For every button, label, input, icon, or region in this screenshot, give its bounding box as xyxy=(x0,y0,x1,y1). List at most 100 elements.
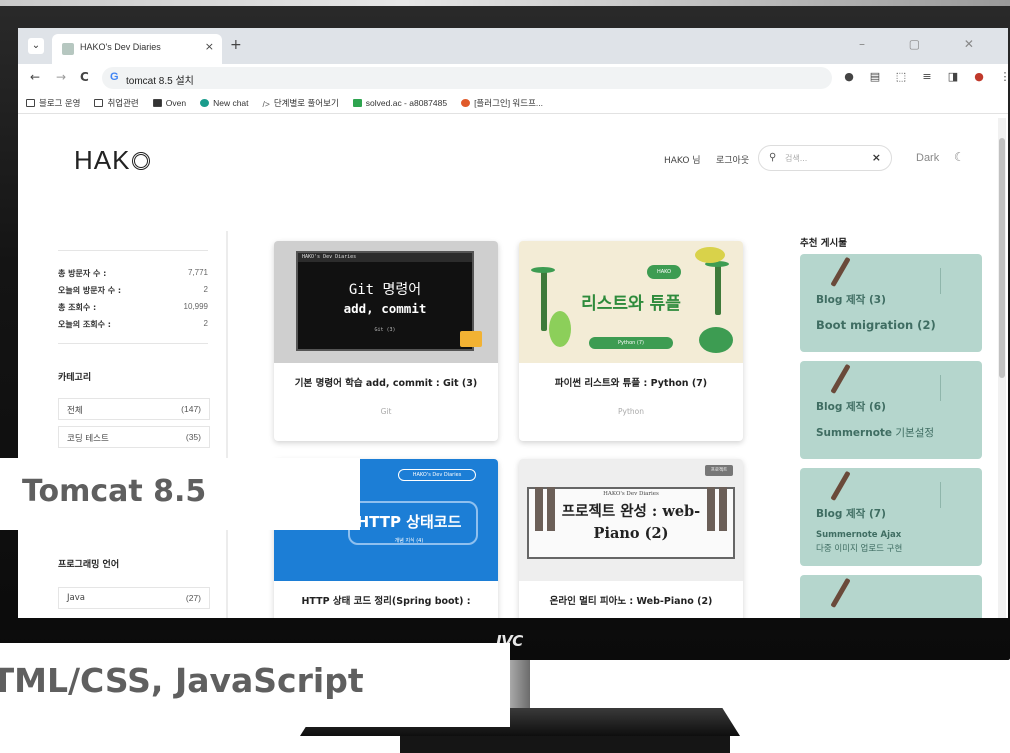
search-clear-icon[interactable]: × xyxy=(872,151,881,164)
caption-text: HTML/CSS, JavaScript xyxy=(0,661,364,700)
bookmark-label: 단계별로 풀어보기 xyxy=(273,97,339,108)
recommended-item[interactable] xyxy=(800,575,982,618)
post-title[interactable]: 기본 명령어 학습 add, commit : Git (3) xyxy=(274,375,498,389)
site-logo[interactable]: HAK xyxy=(74,145,151,176)
post-title[interactable]: 파이썬 리스트와 튜플 : Python (7) xyxy=(519,375,743,389)
terminal-window: HAKO's Dev Diaries Git 명령어 add, commit G… xyxy=(296,251,482,351)
thumb-title: 프로젝트 완성 : web-Piano (2) xyxy=(561,503,701,542)
terminal-title: HAKO's Dev Diaries xyxy=(302,254,357,260)
category-item-all[interactable]: 전체 (147) xyxy=(58,398,210,420)
tab-favicon-icon xyxy=(62,43,74,55)
bookmark-job[interactable]: 취업관련 xyxy=(94,97,139,109)
tab-search-button[interactable]: ⌄ xyxy=(28,38,44,54)
category-item-java[interactable]: Java (27) xyxy=(58,587,210,609)
rec-line: Blog 제작 (7) xyxy=(816,508,886,520)
forward-button[interactable]: → xyxy=(56,70,66,84)
search-input[interactable]: ⚲ 검색... × xyxy=(758,145,892,171)
logout-link[interactable]: 로그아웃 xyxy=(716,153,749,166)
address-bar[interactable]: G tomcat 8.5 설치 xyxy=(102,67,832,89)
reading-list-icon[interactable]: ≡ xyxy=(920,70,934,83)
back-button[interactable]: ← xyxy=(30,70,40,84)
bookmark-wordpress[interactable]: [플러그인] 워드프... xyxy=(461,97,543,109)
chatgpt-icon xyxy=(200,98,210,107)
post-card-python[interactable]: HAKO 리스트와 튜플 Python (7) 파이썬 리스트와 튜플 : Py… xyxy=(519,241,743,441)
category-count: (27) xyxy=(185,593,201,603)
browser-tab-bar: ⌄ HAKO's Dev Diaries × + – ▢ ✕ xyxy=(18,28,1008,64)
wordpress-icon xyxy=(461,98,471,107)
post-card-git[interactable]: HAKO's Dev Diaries Git 명령어 add, commit G… xyxy=(274,241,498,441)
post-card-piano[interactable]: 프로젝트 HAKO's Dev Diaries 프로젝트 완성 : web-Pi… xyxy=(519,459,743,618)
category-name: 전체 xyxy=(67,406,83,416)
reload-button[interactable]: C xyxy=(80,70,89,84)
stat-label: 오늘의 조회수 : xyxy=(58,320,111,329)
post-title[interactable]: 온라인 멀티 피아노 : Web-Piano (2) xyxy=(519,593,743,607)
bookmark-step[interactable]: /> 단계별로 풀어보기 xyxy=(263,97,339,109)
scrollbar-thumb[interactable] xyxy=(999,138,1005,378)
recommended-item[interactable]: Blog 제작 (7) Summernote Ajax 다중 이미지 업로드 구… xyxy=(800,468,982,566)
logo-text: HAK xyxy=(74,145,131,175)
category-name: Java xyxy=(67,593,85,603)
profile-avatar-icon[interactable]: ● xyxy=(972,70,986,83)
stat-row: 오늘의 방문자 수 : 2 xyxy=(58,282,208,299)
window-controls[interactable]: – ▢ ✕ xyxy=(859,37,994,51)
category-count: (147) xyxy=(181,404,201,414)
monitor-top-edge xyxy=(0,0,1010,6)
new-tab-button[interactable]: + xyxy=(230,37,242,53)
post-thumbnail: HAKO 리스트와 튜플 Python (7) xyxy=(519,241,743,363)
post-category: Python xyxy=(618,407,644,416)
tab-title: HAKO's Dev Diaries xyxy=(80,42,161,52)
dinosaur-icon xyxy=(695,247,725,263)
menu-kebab-icon[interactable]: ⋮ xyxy=(998,70,1009,83)
address-text[interactable]: tomcat 8.5 설치 xyxy=(126,72,194,87)
moon-icon[interactable]: ☾ xyxy=(954,150,965,164)
side-panel-icon[interactable]: ◨ xyxy=(946,70,960,83)
stage: JVC ⌄ HAKO's Dev Diaries × + – ▢ ✕ ← → C… xyxy=(0,0,1010,753)
caption-box-top: Tomcat 8.5 xyxy=(0,458,360,530)
bookmark-label: solved.ac - a8087485 xyxy=(365,97,448,108)
stick-icon xyxy=(830,256,851,287)
bookmark-oven[interactable]: Oven xyxy=(152,98,186,108)
page-scrollbar[interactable] xyxy=(998,118,1006,618)
recommended-heading: 추천 게시물 xyxy=(800,238,848,249)
extension-puzzle-icon[interactable]: ⬚ xyxy=(894,70,908,83)
folder-icon xyxy=(94,98,104,107)
bookmark-new-chat[interactable]: New chat xyxy=(200,97,249,108)
visitor-stats: 총 방문자 수 : 7,771 오늘의 방문자 수 : 2 총 조회수 : 10,99… xyxy=(58,265,208,333)
bookmark-solvedac[interactable]: solved.ac - a8087485 xyxy=(352,97,448,108)
post-title[interactable]: HTTP 상태 코드 정리(Spring boot) : xyxy=(274,593,498,607)
category-count: (35) xyxy=(185,432,201,442)
terminal-titlebar: HAKO's Dev Diaries xyxy=(298,253,472,262)
extension-icons: ● ▤ ⬚ ≡ ◨ ● ⋮ xyxy=(842,70,1008,83)
extension-note-icon[interactable]: ▤ xyxy=(868,70,882,83)
thumb-line: Git (3) xyxy=(374,327,396,333)
rec-divider xyxy=(940,268,941,294)
rec-line: Blog 제작 (3) xyxy=(816,294,886,306)
stick-icon xyxy=(830,470,851,501)
code-icon: /> xyxy=(262,98,270,109)
stat-value: 10,999 xyxy=(183,302,208,311)
thumb-sub: 개념 지식 (4) xyxy=(394,538,424,544)
stat-value: 7,771 xyxy=(187,268,208,277)
thumb-pill: Python (7) xyxy=(589,337,673,349)
bush-icon xyxy=(699,327,733,353)
dinosaur-icon xyxy=(549,311,571,347)
recommended-item[interactable]: Blog 제작 (3) Boot migration (2) xyxy=(800,254,982,352)
bookmark-label: [플러그인] 워드프... xyxy=(474,97,543,108)
theme-toggle[interactable]: Dark xyxy=(916,152,939,164)
sidebar-divider xyxy=(58,250,208,251)
stat-value: 2 xyxy=(203,319,208,328)
lang-heading: 프로그래밍 언어 xyxy=(58,560,120,570)
category-item-coding-test[interactable]: 코딩 테스트 (35) xyxy=(58,426,210,448)
browser-toolbar: ← → C G tomcat 8.5 설치 ● ▤ ⬚ ≡ ◨ ● ⋮ xyxy=(18,64,1008,92)
bookmark-blog[interactable]: 블로그 운영 xyxy=(26,97,80,109)
recommended-item[interactable]: Blog 제작 (6) Summernote 기본설정 xyxy=(800,361,982,459)
stat-label: 총 조회수 : xyxy=(58,303,97,312)
bookmarks-bar: 블로그 운영 취업관련 Oven New chat /> 단계별로 풀어보기 so… xyxy=(18,92,1008,114)
solvedac-icon xyxy=(352,98,362,107)
browser-tab[interactable]: HAKO's Dev Diaries × xyxy=(52,34,222,64)
bookmark-label: New chat xyxy=(213,97,249,108)
oven-icon xyxy=(152,98,162,107)
folder-icon xyxy=(26,98,35,107)
tab-close-icon[interactable]: × xyxy=(205,40,214,53)
extension-shield-icon[interactable]: ● xyxy=(842,70,856,83)
